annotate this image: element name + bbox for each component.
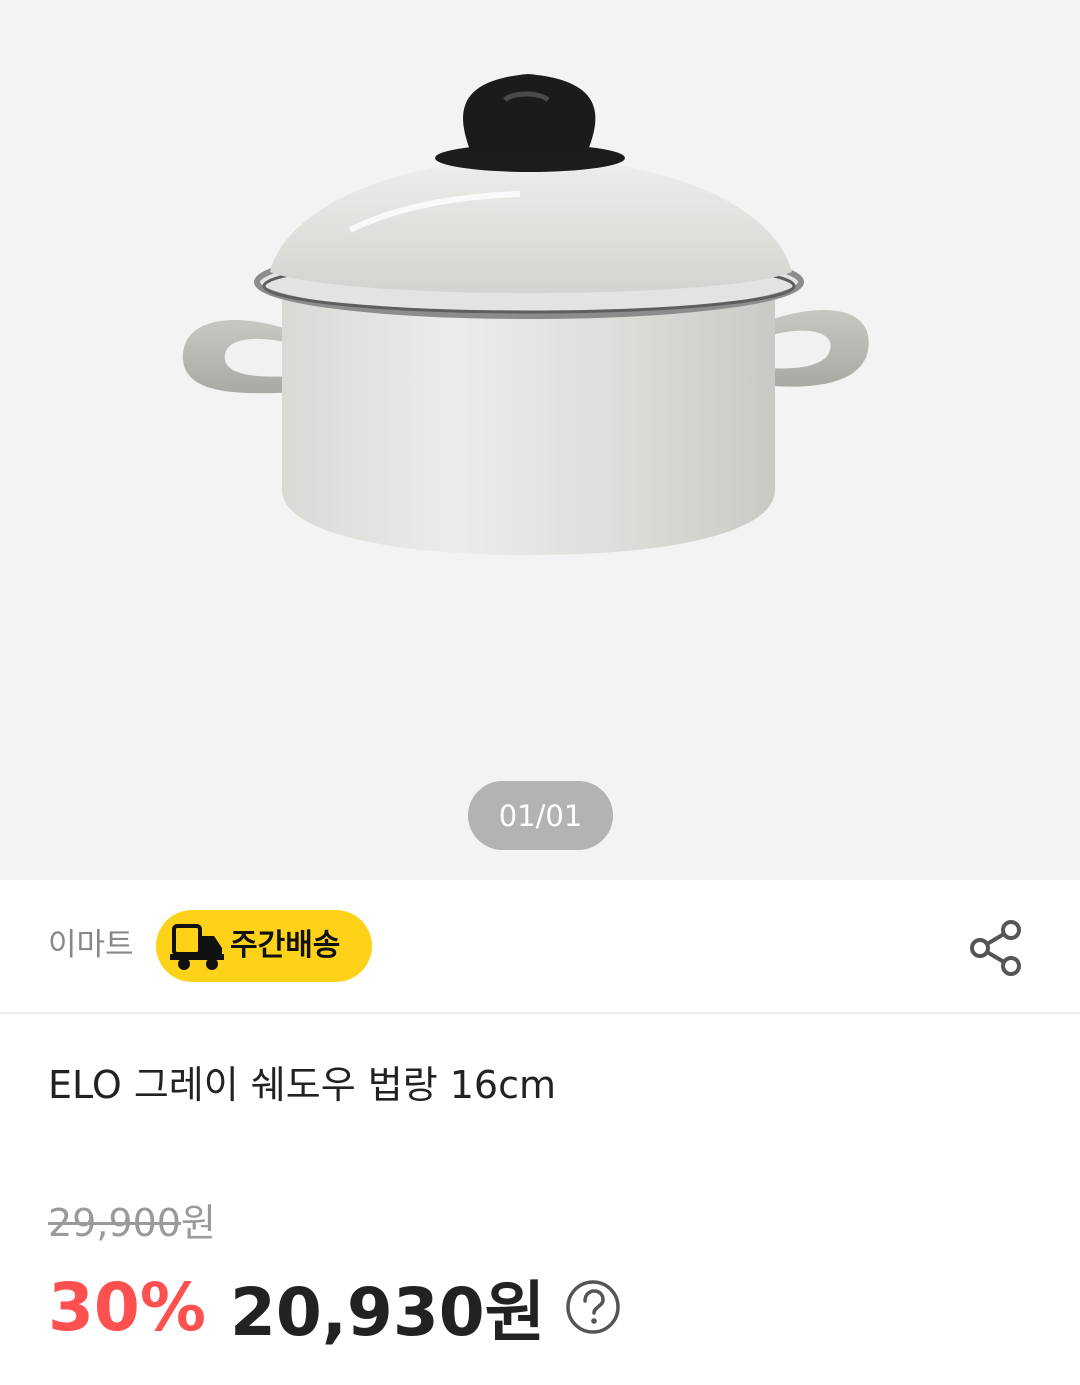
discount-rate: 30% bbox=[48, 1268, 206, 1346]
question-circle-icon[interactable] bbox=[565, 1279, 621, 1335]
share-icon[interactable] bbox=[966, 918, 1026, 978]
sale-price: 20,930원 bbox=[229, 1274, 546, 1351]
price-row: 30% 20,930원 bbox=[48, 1262, 621, 1352]
delivery-badge-label: 주간배송 bbox=[230, 928, 341, 963]
weekly-delivery-badge: 주간배송 bbox=[156, 910, 372, 982]
truck-icon bbox=[170, 924, 224, 970]
image-counter: 01/01 bbox=[468, 781, 613, 850]
seller-row: 이마트 주간배송 bbox=[0, 880, 1080, 1014]
original-price-unit: 원 bbox=[180, 1201, 216, 1245]
original-price: 29,900원 bbox=[48, 1196, 216, 1250]
product-title: ELO 그레이 쉐도우 법랑 16cm bbox=[48, 1063, 556, 1107]
product-image bbox=[0, 0, 1080, 880]
product-image-gallery[interactable]: 01/01 bbox=[0, 0, 1080, 880]
original-price-value: 29,900 bbox=[48, 1201, 181, 1245]
seller-name[interactable]: 이마트 bbox=[48, 920, 134, 970]
